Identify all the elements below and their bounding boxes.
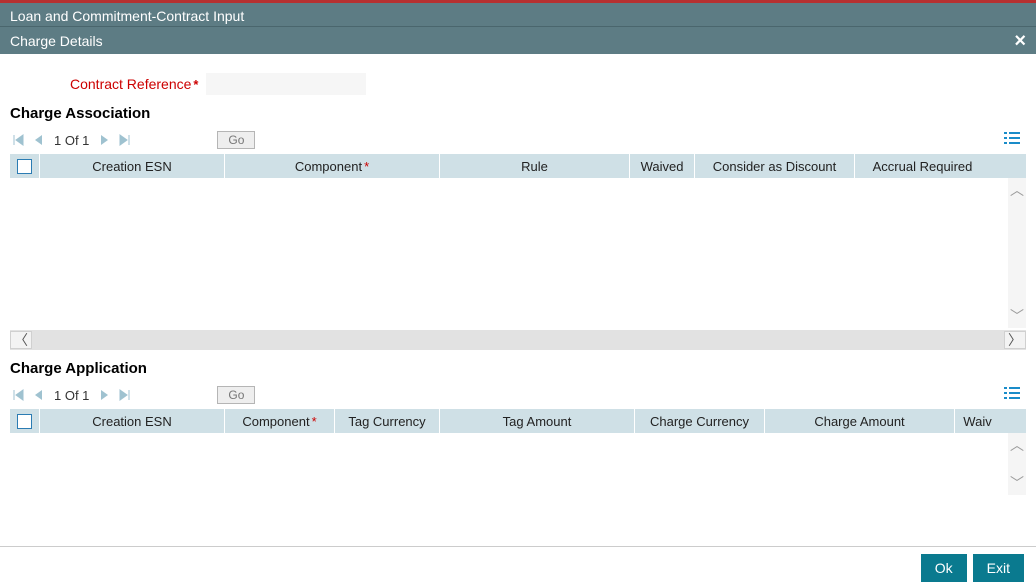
col-tag-currency[interactable]: Tag Currency [335,409,440,433]
col-creation-esn[interactable]: Creation ESN [40,154,225,178]
subtitle: Charge Details [10,27,103,55]
close-icon[interactable]: × [1014,27,1026,55]
col-tag-amount[interactable]: Tag Amount [440,409,635,433]
prev-page-icon[interactable] [30,387,46,403]
first-page-icon[interactable] [10,387,26,403]
application-toolbar: 1 Of 1 Go [10,381,1026,409]
section-title-association: Charge Association [10,105,1026,122]
application-grid-body: ︿ ﹀ [10,433,1026,495]
association-grid-body: ︿ ﹀ [10,178,1026,328]
scroll-down-icon[interactable]: ﹀ [1010,471,1024,495]
association-grid: Creation ESN Component* Rule Waived Cons… [10,154,1026,350]
scroll-right-icon[interactable]: 〉 [1004,331,1026,349]
contract-reference-input[interactable] [206,73,366,95]
exit-button[interactable]: Exit [973,554,1024,582]
subtitle-bar: Charge Details × [0,26,1036,54]
hscroll-track[interactable] [32,331,1004,349]
scroll-left-icon[interactable]: 〈 [10,331,32,349]
scroll-down-icon[interactable]: ﹀ [1010,304,1024,328]
prev-page-icon[interactable] [30,132,46,148]
content-area: Contract Reference * Charge Association … [0,57,1036,546]
col-charge-currency[interactable]: Charge Currency [635,409,765,433]
association-hscroll[interactable]: 〈 〉 [10,330,1026,350]
scroll-up-icon[interactable]: ︿ [1010,178,1024,202]
required-star-icon: * [312,414,317,429]
col-accrual-required[interactable]: Accrual Required [855,154,990,178]
contract-reference-row: Contract Reference * [70,73,1026,95]
col-waived[interactable]: Waived [630,154,695,178]
checkbox-icon[interactable] [17,159,32,174]
association-toolbar: 1 Of 1 Go [10,126,1026,154]
col-rule[interactable]: Rule [440,154,630,178]
scroll-up-icon[interactable]: ︿ [1010,433,1024,457]
col-component[interactable]: Component* [225,409,335,433]
window: Loan and Commitment-Contract Input Charg… [0,0,1036,588]
last-page-icon[interactable] [117,387,133,403]
col-consider-discount[interactable]: Consider as Discount [695,154,855,178]
required-star-icon: * [364,159,369,174]
col-waived[interactable]: Waiv [955,409,1000,433]
required-star-icon: * [193,77,198,92]
section-title-application: Charge Application [10,360,1026,377]
last-page-icon[interactable] [117,132,133,148]
settings-list-icon[interactable] [1004,386,1020,403]
first-page-icon[interactable] [10,132,26,148]
col-component[interactable]: Component* [225,154,440,178]
application-vscroll[interactable]: ︿ ﹀ [1008,433,1026,495]
checkbox-icon[interactable] [17,414,32,429]
association-select-all[interactable] [10,154,40,178]
col-charge-amount[interactable]: Charge Amount [765,409,955,433]
window-title-bar: Loan and Commitment-Contract Input [0,0,1036,26]
contract-reference-label: Contract Reference [70,76,191,92]
next-page-icon[interactable] [97,387,113,403]
col-creation-esn[interactable]: Creation ESN [40,409,225,433]
window-title: Loan and Commitment-Contract Input [10,8,244,24]
application-header-row: Creation ESN Component* Tag Currency Tag… [10,409,1026,433]
association-go-button[interactable]: Go [217,131,255,149]
application-pager: 1 Of 1 [54,388,89,403]
association-vscroll[interactable]: ︿ ﹀ [1008,178,1026,328]
association-header-row: Creation ESN Component* Rule Waived Cons… [10,154,1026,178]
application-select-all[interactable] [10,409,40,433]
settings-list-icon[interactable] [1004,131,1020,148]
association-pager: 1 Of 1 [54,133,89,148]
application-go-button[interactable]: Go [217,386,255,404]
next-page-icon[interactable] [97,132,113,148]
ok-button[interactable]: Ok [921,554,967,582]
footer: Ok Exit [0,546,1036,588]
application-grid: Creation ESN Component* Tag Currency Tag… [10,409,1026,495]
